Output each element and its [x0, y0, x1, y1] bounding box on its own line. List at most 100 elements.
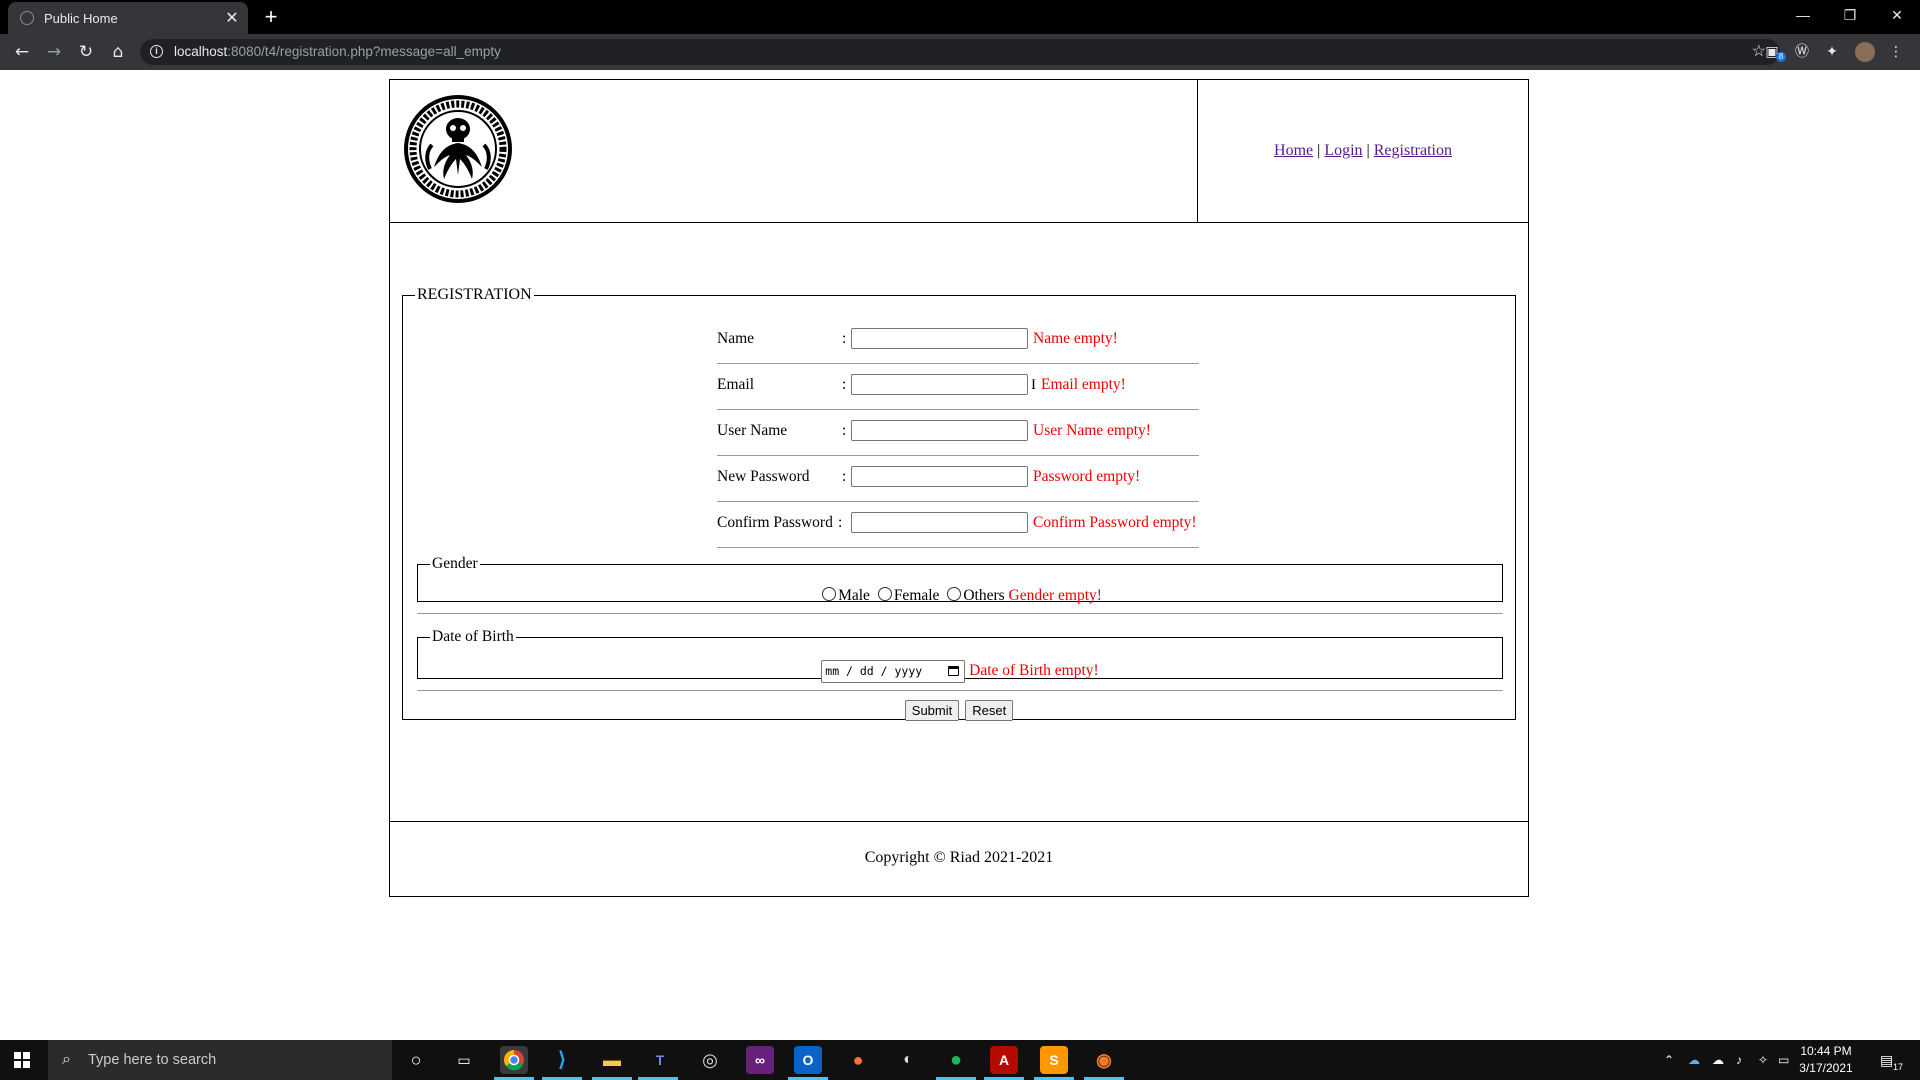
system-clock[interactable]: 10:44 PM 3/17/2021 — [1794, 1043, 1858, 1077]
dob-legend: Date of Birth — [432, 628, 514, 645]
username-input[interactable] — [851, 420, 1028, 441]
site-info-icon[interactable]: i — [150, 45, 163, 58]
task-view-icon[interactable]: ▭ — [450, 1046, 478, 1074]
divider — [417, 690, 1503, 691]
spotify-app-icon[interactable]: ● — [942, 1046, 970, 1074]
email-input[interactable] — [851, 374, 1028, 395]
address-bar[interactable]: i localhost:8080/t4/registration.php?mes… — [140, 39, 1780, 65]
extension-w-icon[interactable]: Ⓦ — [1792, 42, 1812, 62]
blender-app-icon[interactable]: ◉ — [1090, 1046, 1118, 1074]
username-error: User Name empty! — [1033, 422, 1151, 439]
firefox-app-icon[interactable]: ● — [844, 1046, 872, 1074]
form-row-new-password: New Password : Password empty! — [717, 456, 1199, 502]
taskbar-search-box[interactable]: ⌕ Type here to search — [48, 1040, 392, 1080]
form-row-email: Email : I Email empty! — [717, 364, 1199, 410]
name-error: Name empty! — [1033, 330, 1118, 347]
registration-legend: REGISTRATION — [417, 286, 532, 303]
acrobat-app-icon[interactable]: A — [990, 1046, 1018, 1074]
name-label: Name — [717, 330, 755, 347]
dob-error: Date of Birth empty! — [969, 662, 1099, 680]
name-input[interactable] — [851, 328, 1028, 349]
dropbox-icon[interactable]: ✧ — [1758, 1040, 1768, 1080]
gender-label-others: Others — [963, 587, 1005, 604]
search-placeholder: Type here to search — [88, 1052, 217, 1068]
app-icon[interactable]: ◐ — [894, 1046, 922, 1074]
form-row-username: User Name : User Name empty! — [717, 410, 1199, 456]
outlook-app-icon[interactable]: O — [794, 1046, 822, 1074]
teams-app-icon[interactable]: T — [646, 1046, 674, 1074]
page-footer: Copyright © Riad 2021-2021 — [390, 821, 1528, 897]
notification-center-icon[interactable]: ▤ — [1880, 1040, 1893, 1080]
page-layout-table: Home | Login | Registration REGISTRATION… — [389, 79, 1529, 897]
divider — [417, 613, 1503, 614]
gender-label-male: Male — [838, 587, 870, 604]
sublime-app-icon[interactable]: S — [1040, 1046, 1068, 1074]
copyright-text: Copyright © Riad 2021-2021 — [864, 849, 1054, 866]
dob-placeholder: mm / dd / yyyy — [825, 664, 923, 678]
dob-fieldset: Date of Birth mm / dd / yyyy Date of Bir… — [417, 628, 1503, 683]
dob-date-input[interactable]: mm / dd / yyyy — [821, 660, 966, 683]
gender-radio-male[interactable] — [822, 587, 837, 601]
extensions-puzzle-icon[interactable]: ✦ — [1822, 42, 1842, 62]
confirm-password-error: Confirm Password empty! — [1033, 514, 1197, 531]
submit-button[interactable]: Submit — [904, 700, 960, 721]
chrome-menu-icon[interactable]: ⋮ — [1886, 42, 1906, 62]
nav-link-login[interactable]: Login — [1324, 142, 1362, 160]
network-icon[interactable]: ▭ — [1778, 1040, 1789, 1080]
field-colon: : — [842, 422, 847, 439]
visual-studio-icon[interactable]: ∞ — [746, 1046, 774, 1074]
browser-tab[interactable]: Public Home ✕ — [8, 2, 248, 34]
email-label: Email — [717, 376, 755, 393]
globe-icon — [20, 11, 34, 25]
gender-error: Gender empty! — [1008, 587, 1102, 604]
browser-toolbar: ← → ↻ ⌂ i localhost:8080/t4/registration… — [0, 34, 1920, 70]
gender-label-female: Female — [893, 587, 940, 604]
chrome-app-icon[interactable] — [500, 1046, 528, 1074]
field-colon: : — [838, 514, 843, 531]
profile-avatar[interactable] — [1855, 42, 1875, 62]
onedrive-icon[interactable]: ☁ — [1712, 1040, 1724, 1080]
form-buttons: Submit Reset — [403, 700, 1515, 721]
nav-separator: | — [1366, 142, 1370, 159]
home-icon[interactable]: ⌂ — [104, 38, 132, 66]
confirm-password-input[interactable] — [851, 512, 1028, 533]
nav-link-registration[interactable]: Registration — [1374, 142, 1452, 160]
tab-title: Public Home — [44, 10, 118, 26]
file-explorer-icon[interactable]: ▬ — [598, 1046, 626, 1074]
registration-fieldset: REGISTRATION Name : Name empty! Email : … — [402, 286, 1516, 721]
vscode-app-icon[interactable]: ⟩ — [548, 1046, 576, 1074]
tray-app-icon[interactable]: ☁ — [1688, 1040, 1700, 1080]
new-password-input[interactable] — [851, 466, 1028, 487]
minimize-icon[interactable]: — — [1780, 0, 1826, 30]
back-icon[interactable]: ← — [8, 38, 36, 66]
reset-button[interactable]: Reset — [965, 700, 1014, 721]
gender-radio-others[interactable] — [947, 587, 962, 601]
email-error: Email empty! — [1041, 376, 1126, 393]
calendar-icon[interactable] — [948, 666, 960, 676]
field-colon: : — [842, 468, 847, 485]
form-row-confirm-password: Confirm Password : Confirm Password empt… — [717, 502, 1199, 548]
windows-start-icon[interactable] — [14, 1052, 30, 1068]
hydra-logo — [404, 95, 512, 203]
forward-icon[interactable]: → — [40, 38, 68, 66]
show-hidden-icons[interactable]: ⌃ — [1664, 1040, 1674, 1080]
search-icon: ⌕ — [62, 1051, 71, 1068]
top-navigation: Home | Login | Registration — [1198, 80, 1528, 222]
reload-icon[interactable]: ↻ — [72, 38, 100, 66]
gender-fieldset: Gender Male Female Others Gender empty! — [417, 555, 1503, 604]
new-tab-button[interactable]: + — [258, 4, 284, 30]
volume-icon[interactable]: ♪ — [1736, 1040, 1742, 1080]
obs-app-icon[interactable]: ◎ — [696, 1046, 724, 1074]
logo-cell — [390, 80, 1198, 222]
window-close-icon[interactable]: ✕ — [1874, 0, 1920, 30]
page-content: REGISTRATION Name : Name empty! Email : … — [390, 223, 1528, 821]
clock-time: 10:44 PM — [1800, 1044, 1852, 1058]
cortana-icon[interactable]: ○ — [402, 1046, 430, 1074]
field-colon: : — [842, 376, 847, 393]
browser-tab-strip: Public Home ✕ + — ❐ ✕ — [0, 0, 1920, 34]
close-tab-icon[interactable]: ✕ — [222, 8, 242, 28]
new-password-error: Password empty! — [1033, 468, 1141, 485]
gender-radio-female[interactable] — [877, 587, 892, 601]
restore-icon[interactable]: ❐ — [1827, 0, 1873, 30]
nav-link-home[interactable]: Home — [1274, 142, 1313, 160]
